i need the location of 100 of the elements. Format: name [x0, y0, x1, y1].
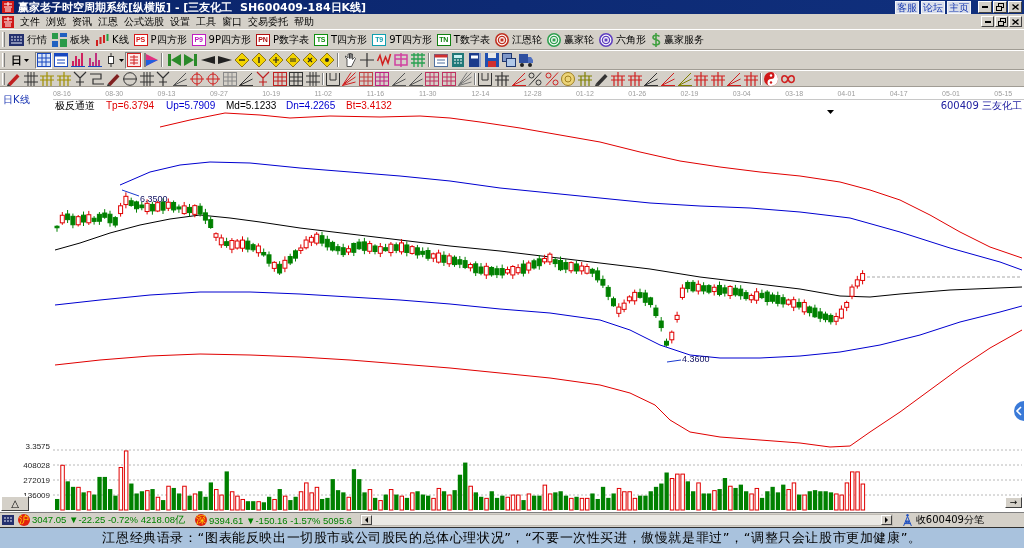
coin-icon[interactable] [561, 71, 576, 86]
toolbar-button[interactable] [466, 51, 483, 69]
panel-toggle-button[interactable]: △ [1, 496, 29, 511]
restore-icon [997, 17, 1006, 26]
angle-icon[interactable] [392, 71, 407, 86]
menu-item[interactable]: 帮助 [291, 15, 317, 28]
toolbar-button[interactable]: 六角形 [596, 30, 648, 49]
angle-icon[interactable] [172, 71, 187, 86]
pencil-icon[interactable] [594, 71, 609, 86]
blocks-icon [52, 32, 67, 47]
angle-icon[interactable] [660, 71, 675, 86]
grid-icon[interactable] [441, 71, 456, 86]
indicator-value: Md=5.1233 [226, 100, 277, 111]
lattice-icon [410, 53, 425, 67]
toolbar-button[interactable] [517, 51, 534, 69]
close-button[interactable] [1008, 1, 1022, 13]
caret-icon [119, 58, 124, 62]
grid-icon[interactable] [272, 71, 287, 86]
grid-icon[interactable] [425, 71, 440, 86]
menu-item[interactable]: 资讯 [69, 15, 95, 28]
horizontal-scrollbar[interactable] [360, 514, 893, 526]
app-logo-icon [2, 1, 14, 13]
angle-icon[interactable] [511, 71, 526, 86]
fork-icon[interactable] [73, 71, 88, 86]
bracket-icon[interactable] [325, 71, 340, 86]
menu-item[interactable]: 工具 [193, 15, 219, 28]
arrow-button[interactable]: → [1005, 497, 1022, 508]
fan-lines-icon[interactable] [458, 71, 473, 86]
fan-lines-icon[interactable] [342, 71, 357, 86]
bracket-icon[interactable] [478, 71, 493, 86]
skip-end-icon [183, 53, 198, 67]
crosshair-icon [359, 53, 374, 67]
toolbar-button[interactable]: 赢家轮 [544, 30, 596, 49]
yin-yang-icon[interactable] [763, 71, 778, 86]
close-button[interactable] [1009, 16, 1022, 27]
triangle-left-icon [365, 517, 369, 523]
angle-icon[interactable] [727, 71, 742, 86]
indicator-value: Up=5.7909 [166, 100, 216, 111]
angle-icon[interactable] [239, 71, 254, 86]
index-quote: 9394.61 ▼-150.16 -1.57% 5095.6 [209, 514, 353, 526]
percent-icon[interactable] [544, 71, 559, 86]
hash-icon[interactable] [305, 71, 320, 86]
comb-icon[interactable] [710, 71, 725, 86]
restore-button[interactable] [993, 1, 1007, 13]
crosshair-circle-icon[interactable] [206, 71, 221, 86]
toolbar-grip[interactable] [2, 31, 5, 48]
grid-icon[interactable] [375, 71, 390, 86]
fork-icon[interactable] [255, 71, 270, 86]
header-link-button[interactable]: 客服 [895, 0, 919, 14]
toolbar-button[interactable] [52, 51, 69, 69]
chevron-left-icon[interactable] [1012, 401, 1024, 421]
scroll-left-button[interactable] [361, 515, 373, 525]
window-icon [53, 53, 68, 67]
caret-icon [24, 58, 29, 62]
toolbar-button[interactable] [125, 51, 142, 69]
toolbar-button[interactable] [500, 51, 517, 69]
crosshair-circle-icon[interactable] [189, 71, 204, 86]
hash-icon[interactable] [139, 71, 154, 86]
toolbar-button[interactable] [483, 51, 500, 69]
zigzag-icon [376, 53, 391, 67]
toolbar-button[interactable]: 赢家服务 [648, 30, 706, 49]
toolbar-button[interactable]: K线 [93, 30, 131, 49]
menu-item[interactable]: 浏览 [43, 15, 69, 28]
bar-chart-icon [87, 53, 102, 67]
toolbar-button[interactable] [35, 51, 52, 69]
grid-icon[interactable] [289, 71, 304, 86]
toolbar-button[interactable]: 行情 [7, 30, 49, 49]
menu-item[interactable]: 设置 [167, 15, 193, 28]
toolbar-button[interactable] [301, 51, 318, 69]
comb-icon[interactable] [743, 71, 758, 86]
ticker-label: 收600409分笔 [915, 514, 984, 526]
toolbar-grip[interactable] [2, 72, 5, 85]
menu-item[interactable]: 公式选股 [121, 15, 167, 28]
menu-item[interactable]: 交易委托 [245, 15, 291, 28]
minimize-button[interactable] [981, 16, 994, 27]
menu-item[interactable]: 江恩 [95, 15, 121, 28]
angle-icon[interactable] [408, 71, 423, 86]
toolbar-button[interactable] [318, 51, 335, 69]
menu-item[interactable]: 文件 [17, 15, 43, 28]
restore-button[interactable] [995, 16, 1008, 27]
toolbar-button[interactable]: 江恩轮 [492, 30, 544, 49]
comb-icon[interactable] [694, 71, 709, 86]
fork-icon[interactable] [156, 71, 171, 86]
indicator-name: 极反通道 [55, 100, 95, 111]
angle-icon[interactable] [644, 71, 659, 86]
menu-item[interactable]: 窗口 [219, 15, 245, 28]
toolbar-grip[interactable] [2, 52, 5, 68]
percent-icon[interactable] [528, 71, 543, 86]
comb-icon[interactable] [495, 71, 510, 86]
minimize-button[interactable] [978, 1, 992, 13]
header-link-button[interactable]: 主页 [947, 0, 971, 14]
toolbar-button[interactable]: 板块 [50, 30, 92, 49]
period-dropdown[interactable]: 日 [9, 52, 31, 68]
scroll-right-button[interactable] [880, 515, 892, 525]
pencil-icon[interactable] [7, 71, 21, 86]
axis-label: 272019 [23, 476, 50, 485]
header-link-button[interactable]: 论坛 [921, 0, 945, 14]
hash-icon[interactable] [23, 71, 38, 86]
pencil-icon[interactable] [106, 71, 121, 86]
toolbar-button[interactable] [432, 51, 449, 69]
